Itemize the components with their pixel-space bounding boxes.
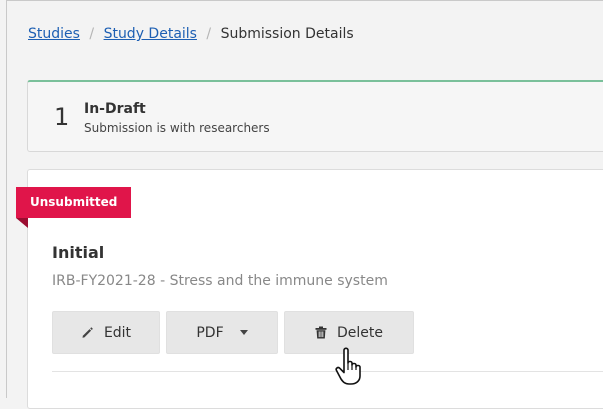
breadcrumb-link-study-details[interactable]: Study Details <box>104 26 197 42</box>
pdf-button-label: PDF <box>196 324 224 341</box>
trash-icon <box>315 326 327 339</box>
pdf-dropdown-button[interactable]: PDF <box>166 311 278 354</box>
status-title: In-Draft <box>84 101 146 117</box>
status-card: 1 In-Draft Submission is with researcher… <box>27 80 603 152</box>
submission-card: Unsubmitted Initial IRB-FY2021-28 - Stre… <box>16 169 603 409</box>
submission-description: IRB-FY2021-28 - Stress and the immune sy… <box>52 273 388 289</box>
breadcrumb-current: Submission Details <box>220 26 354 42</box>
delete-button-label: Delete <box>337 324 383 341</box>
breadcrumb: Studies / Study Details / Submission Det… <box>28 24 354 44</box>
breadcrumb-separator: / <box>89 26 95 42</box>
status-subtitle: Submission is with researchers <box>84 121 270 135</box>
hand-pointer-cursor <box>334 346 368 386</box>
caret-down-icon <box>239 330 248 335</box>
breadcrumb-separator: / <box>206 26 212 42</box>
edit-button-label: Edit <box>103 324 132 341</box>
status-step-number: 1 <box>54 103 70 131</box>
edit-button[interactable]: Edit <box>52 311 160 354</box>
breadcrumb-link-studies[interactable]: Studies <box>28 26 80 42</box>
submission-title: Initial <box>52 243 105 262</box>
status-badge-fold <box>16 218 28 228</box>
divider <box>52 371 603 372</box>
status-badge: Unsubmitted <box>16 187 132 218</box>
pencil-icon <box>81 326 94 339</box>
